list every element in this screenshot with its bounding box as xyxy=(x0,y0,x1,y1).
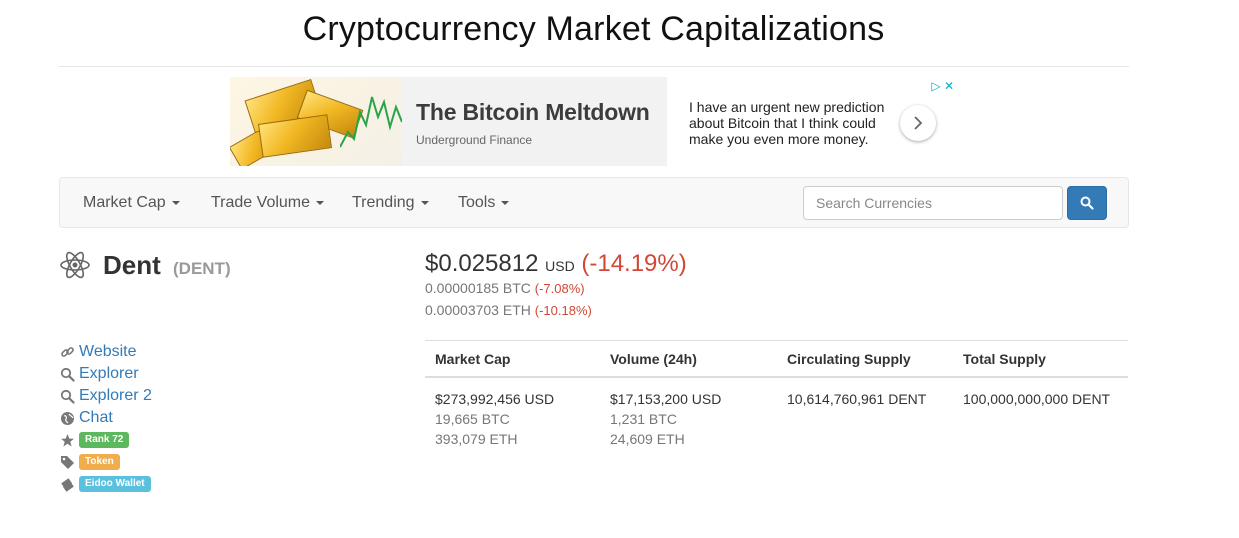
website-link[interactable]: Website xyxy=(79,343,137,361)
price-change-btc: (-7.08%) xyxy=(534,281,585,296)
explorer-link[interactable]: Explorer xyxy=(79,365,139,383)
nav-market-cap-dropdown[interactable]: Market Cap xyxy=(83,194,180,212)
price-eth-row: 0.00003703 ETH (-10.18%) xyxy=(425,302,592,318)
nav-tools-dropdown[interactable]: Tools xyxy=(458,194,510,212)
ad-gold-bars-image xyxy=(230,77,402,166)
price-change-usd: (-14.19%) xyxy=(581,250,687,277)
price-usd: $0.025812 xyxy=(425,250,539,277)
price-btc-row: 0.00000185 BTC (-7.08%) xyxy=(425,280,585,296)
chevron-right-icon[interactable] xyxy=(900,105,936,141)
market-cap-usd: $273,992,456 USD xyxy=(435,391,555,407)
price-currency: USD xyxy=(545,258,575,274)
list-item: Explorer xyxy=(59,363,152,385)
list-item: Rank 72 xyxy=(59,429,152,451)
search-icon xyxy=(1080,196,1094,210)
title-divider xyxy=(59,66,1129,67)
caret-down-icon xyxy=(171,200,180,205)
header-circulating-supply: Circulating Supply xyxy=(787,351,911,367)
dent-logo-icon xyxy=(60,251,90,279)
nav-trade-volume-dropdown[interactable]: Trade Volume xyxy=(211,194,325,212)
search-button[interactable] xyxy=(1067,186,1107,220)
volume-btc: 1,231 BTC xyxy=(610,411,677,427)
ad-choices-icon[interactable]: ▷ ✕ xyxy=(931,79,954,93)
table-divider xyxy=(425,340,1128,341)
search-icon xyxy=(59,366,75,382)
market-cap-eth: 393,079 ETH xyxy=(435,431,518,447)
header-market-cap: Market Cap xyxy=(435,351,511,367)
price-change-eth: (-10.18%) xyxy=(534,303,592,318)
list-item: Token xyxy=(59,451,152,473)
main-navbar: Market Cap Trade Volume Trending Tools xyxy=(59,177,1129,228)
caret-down-icon xyxy=(316,200,325,205)
explorer-2-link[interactable]: Explorer 2 xyxy=(79,387,152,405)
table-divider xyxy=(425,376,1128,378)
ad-brand-title: The Bitcoin Meltdown xyxy=(416,99,650,125)
total-supply-value: 100,000,000,000 DENT xyxy=(963,391,1111,407)
coin-links-list: Website Explorer Explorer 2 Chat Rank 72… xyxy=(59,341,152,495)
list-item: Explorer 2 xyxy=(59,385,152,407)
search-input[interactable] xyxy=(803,186,1063,220)
caret-down-icon xyxy=(420,200,429,205)
volume-eth: 24,609 ETH xyxy=(610,431,685,447)
price-btc: 0.00000185 BTC xyxy=(425,280,531,296)
coin-name: Dent xyxy=(103,250,161,280)
wallet-icon xyxy=(59,476,75,492)
ad-description: I have an urgent new prediction about Bi… xyxy=(689,99,885,147)
tag-icon xyxy=(59,454,75,470)
volume-usd: $17,153,200 USD xyxy=(610,391,722,407)
circulating-supply-value: 10,614,760,961 DENT xyxy=(787,391,927,407)
coin-symbol: (DENT) xyxy=(173,259,231,278)
nav-trending-dropdown[interactable]: Trending xyxy=(352,194,429,212)
header-total-supply: Total Supply xyxy=(963,351,1046,367)
volume-cell: $17,153,200 USD 1,231 BTC 24,609 ETH xyxy=(610,389,721,449)
market-cap-btc: 19,665 BTC xyxy=(435,411,510,427)
price-eth: 0.00003703 ETH xyxy=(425,302,531,318)
chat-globe-icon xyxy=(59,410,75,426)
list-item: Website xyxy=(59,341,152,363)
ad-text-panel: I have an urgent new prediction about Bi… xyxy=(667,77,958,166)
price-usd-row: $0.025812 USD (-14.19%) xyxy=(425,250,687,278)
search-icon xyxy=(59,388,75,404)
rank-badge: Rank 72 xyxy=(79,432,130,448)
header-volume: Volume (24h) xyxy=(610,351,697,367)
ad-brand-subtitle: Underground Finance xyxy=(416,133,533,147)
market-cap-cell: $273,992,456 USD 19,665 BTC 393,079 ETH xyxy=(435,389,554,449)
token-badge: Token xyxy=(79,454,120,470)
chat-link[interactable]: Chat xyxy=(79,409,113,427)
page-title: Cryptocurrency Market Capitalizations xyxy=(302,10,885,48)
wallet-badge[interactable]: Eidoo Wallet xyxy=(79,476,151,492)
ad-banner[interactable]: The Bitcoin Meltdown Underground Finance… xyxy=(230,77,958,166)
link-icon xyxy=(59,344,75,360)
star-icon xyxy=(59,432,75,448)
list-item: Chat xyxy=(59,407,152,429)
list-item: Eidoo Wallet xyxy=(59,473,152,495)
caret-down-icon xyxy=(501,200,510,205)
